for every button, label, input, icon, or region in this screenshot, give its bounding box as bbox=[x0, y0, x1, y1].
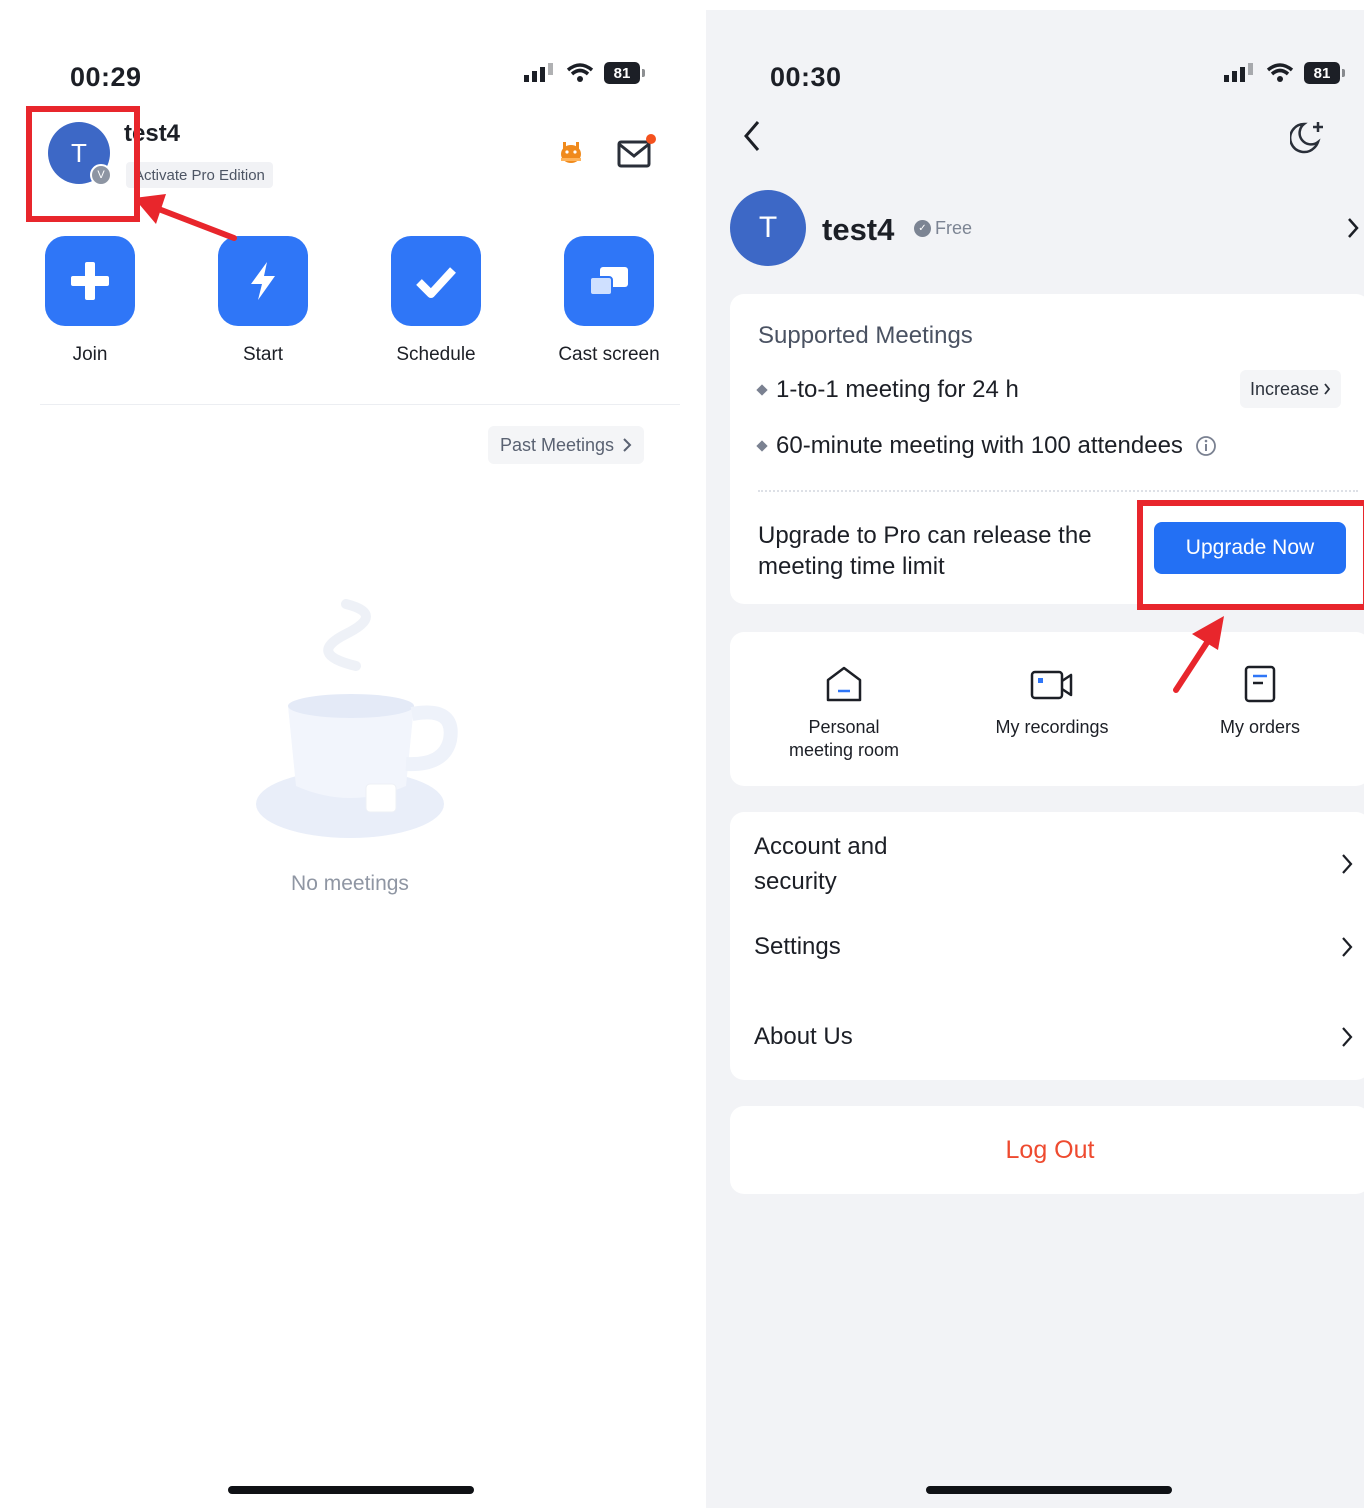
annotation-arrow-icon bbox=[134, 194, 237, 241]
personal-meeting-room-item[interactable]: Personal meeting room bbox=[744, 662, 944, 762]
cast-screen-icon bbox=[589, 267, 628, 296]
lightning-icon bbox=[251, 262, 275, 300]
status-icons: 81 bbox=[524, 62, 645, 84]
document-icon bbox=[1244, 665, 1276, 703]
cast-screen-action[interactable]: Cast screen bbox=[524, 236, 694, 366]
info-icon[interactable] bbox=[1195, 435, 1217, 457]
empty-state-text: No meetings bbox=[291, 872, 409, 895]
chevron-right-icon[interactable] bbox=[1346, 216, 1360, 240]
start-button[interactable] bbox=[218, 236, 308, 326]
start-label: Start bbox=[242, 344, 284, 365]
status-icons: 81 bbox=[1224, 62, 1345, 84]
home-screen: 00:29 81 T V test4 Activate Pro Edition … bbox=[10, 10, 700, 1508]
upgrade-description: Upgrade to Pro can release the meeting t… bbox=[758, 522, 1092, 580]
chevron-right-icon bbox=[1342, 1027, 1353, 1047]
verified-icon: ✓ bbox=[914, 220, 931, 237]
increase-label: Increase bbox=[1250, 378, 1320, 399]
personal-meeting-room-label: Personal meeting room bbox=[788, 717, 900, 760]
bug-report-icon[interactable] bbox=[556, 136, 586, 166]
menu-item-label: Settings bbox=[754, 933, 841, 960]
past-meetings-label: Past Meetings bbox=[500, 434, 615, 455]
mail-icon[interactable] bbox=[616, 134, 656, 170]
join-label: Join bbox=[72, 344, 108, 365]
bullet-icon bbox=[756, 440, 768, 452]
checkmark-icon bbox=[416, 267, 456, 298]
cellular-signal-icon bbox=[524, 63, 553, 82]
highlight-box-upgrade bbox=[1137, 500, 1364, 610]
back-arrow-icon[interactable] bbox=[740, 118, 764, 154]
schedule-label: Schedule bbox=[396, 344, 476, 365]
house-icon bbox=[826, 666, 862, 702]
join-action[interactable]: Join bbox=[5, 236, 175, 366]
bullet-icon bbox=[756, 384, 768, 396]
menu-item-about-us[interactable]: About Us bbox=[754, 1012, 1354, 1062]
chevron-right-icon bbox=[623, 438, 632, 452]
dotted-divider bbox=[758, 490, 1358, 492]
my-orders-label: My orders bbox=[1219, 717, 1300, 737]
start-action[interactable]: Start bbox=[178, 236, 348, 366]
annotation-arrow-icon bbox=[1173, 616, 1224, 693]
feature-shortcuts-card: Personal meeting room My recordings My o… bbox=[730, 632, 1364, 786]
home-indicator[interactable] bbox=[228, 1486, 474, 1494]
schedule-action[interactable]: Schedule bbox=[351, 236, 521, 366]
join-button[interactable] bbox=[45, 236, 135, 326]
increase-button[interactable]: Increase bbox=[1240, 370, 1342, 408]
status-time: 00:29 bbox=[70, 62, 142, 92]
cast-screen-label: Cast screen bbox=[558, 344, 660, 365]
home-indicator[interactable] bbox=[926, 1486, 1172, 1494]
activate-pro-tag[interactable]: Activate Pro Edition bbox=[126, 162, 273, 188]
supported-meetings-title: Supported Meetings bbox=[758, 322, 973, 349]
past-meetings-button[interactable]: Past Meetings bbox=[488, 426, 645, 464]
profile-screen: 00:30 81 T test4 ✓ Free Supported Meetin… bbox=[706, 10, 1364, 1508]
settings-menu-card: Account and security Settings About Us bbox=[730, 812, 1364, 1080]
menu-item-label: Account and security bbox=[754, 833, 888, 895]
battery-icon: 81 bbox=[1304, 62, 1345, 84]
battery-icon: 81 bbox=[604, 62, 645, 84]
logout-label: Log Out bbox=[1005, 1135, 1095, 1164]
plus-icon bbox=[71, 262, 109, 300]
menu-item-settings[interactable]: Settings bbox=[754, 922, 1354, 972]
meeting-item-label: 60-minute meeting with 100 attendees bbox=[776, 432, 1183, 459]
chevron-right-icon bbox=[1342, 854, 1353, 874]
divider bbox=[40, 404, 680, 405]
wifi-icon bbox=[566, 63, 594, 82]
dark-mode-icon[interactable] bbox=[1290, 118, 1328, 156]
menu-item-account-security[interactable]: Account and security bbox=[754, 824, 1354, 904]
empty-coffee-cup-icon bbox=[256, 599, 458, 838]
plan-badge: ✓ Free bbox=[914, 218, 972, 239]
video-camera-icon bbox=[1030, 670, 1073, 700]
cast-screen-button[interactable] bbox=[564, 236, 654, 326]
avatar[interactable]: T bbox=[730, 190, 806, 266]
plan-label: Free bbox=[935, 218, 973, 238]
my-recordings-label: My recordings bbox=[995, 717, 1109, 737]
username[interactable]: test4 bbox=[822, 212, 894, 248]
my-recordings-item[interactable]: My recordings bbox=[952, 662, 1152, 739]
status-time: 00:30 bbox=[770, 62, 842, 92]
meeting-item: 60-minute meeting with 100 attendees bbox=[756, 432, 1217, 460]
cellular-signal-icon bbox=[1224, 63, 1253, 82]
chevron-right-icon bbox=[1324, 383, 1331, 395]
logout-button[interactable]: Log Out bbox=[730, 1106, 1364, 1194]
chevron-right-icon bbox=[1342, 937, 1353, 957]
schedule-button[interactable] bbox=[391, 236, 481, 326]
wifi-icon bbox=[1266, 63, 1294, 82]
menu-item-label: About Us bbox=[754, 1023, 853, 1050]
meeting-item: 1-to-1 meeting for 24 h bbox=[756, 376, 1019, 404]
meeting-item-label: 1-to-1 meeting for 24 h bbox=[776, 376, 1019, 403]
